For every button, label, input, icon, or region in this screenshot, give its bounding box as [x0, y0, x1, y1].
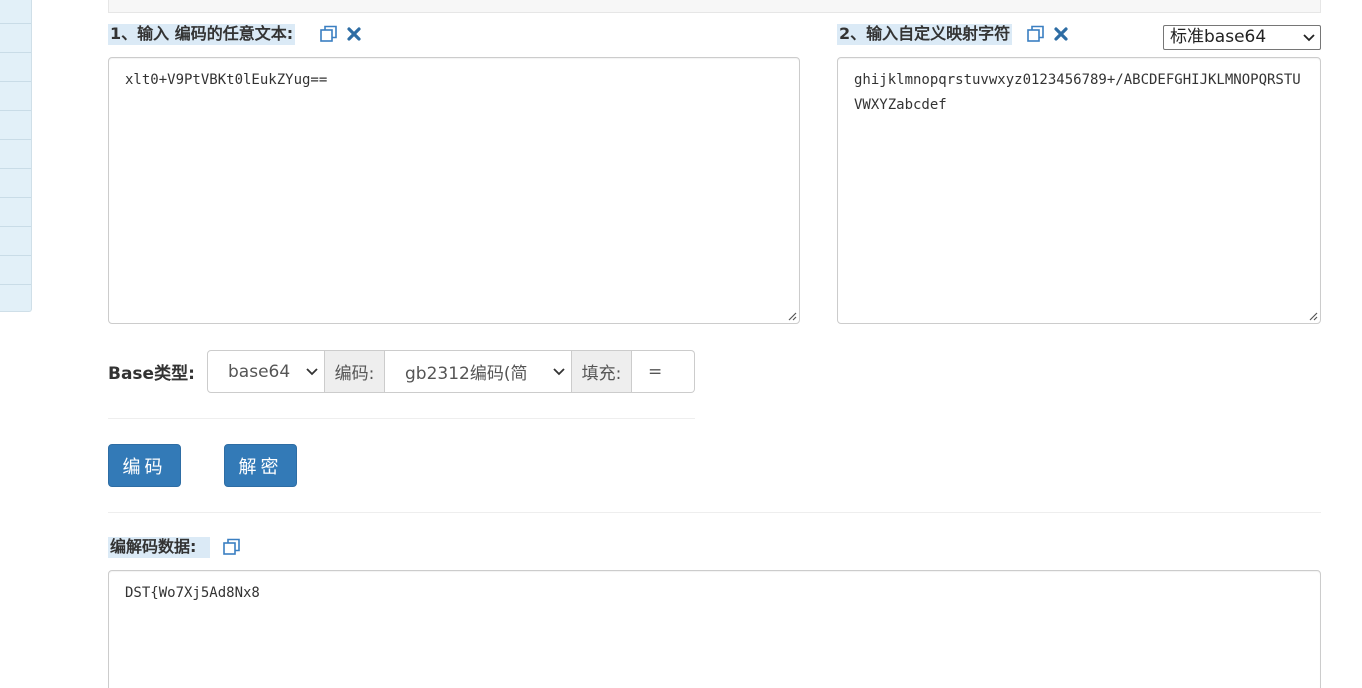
- copy-icon[interactable]: [319, 24, 339, 44]
- page: 1、输入 编码的任意文本: xlt0+V9PtVBKt0lEukZYug== 2…: [0, 0, 1362, 688]
- top-panel-edge: [108, 0, 1321, 13]
- padding-input[interactable]: =: [632, 350, 695, 393]
- resize-grip-icon[interactable]: [787, 311, 797, 321]
- encoding-value: gb2312编码(简: [405, 364, 528, 384]
- output-textarea[interactable]: DST{Wo7Xj5Ad8Nx8: [108, 570, 1321, 688]
- chevron-down-icon: [553, 368, 565, 376]
- sidebar-strip: [0, 0, 32, 312]
- divider: [108, 418, 695, 419]
- chevron-down-icon: [1303, 34, 1315, 42]
- divider: [108, 512, 1321, 513]
- decode-button[interactable]: 解密: [224, 444, 297, 487]
- input-text-label: 1、输入 编码的任意文本:: [108, 24, 296, 45]
- output-text-value: DST{Wo7Xj5Ad8Nx8: [125, 585, 260, 601]
- base-type-select[interactable]: base64: [207, 350, 325, 393]
- encode-button[interactable]: 编码: [108, 444, 181, 487]
- clear-icon[interactable]: [1051, 24, 1071, 44]
- mapping-text-value: ghijklmnopqrstuvwxyz0123456789+/ABCDEFGH…: [854, 72, 1301, 113]
- input-textarea[interactable]: xlt0+V9PtVBKt0lEukZYug==: [108, 57, 800, 324]
- base-type-label: Base类型:: [108, 364, 195, 384]
- encoding-addon: 编码:: [325, 350, 385, 393]
- input-text-value: xlt0+V9PtVBKt0lEukZYug==: [125, 72, 328, 88]
- options-input-group: base64 编码: gb2312编码(简 填充: =: [207, 350, 695, 393]
- mapping-textarea[interactable]: ghijklmnopqrstuvwxyz0123456789+/ABCDEFGH…: [837, 57, 1321, 324]
- output-label: 编解码数据:: [108, 537, 211, 558]
- resize-grip-icon[interactable]: [1308, 311, 1318, 321]
- preset-select-value: 标准base64: [1170, 27, 1267, 47]
- base-type-value: base64: [228, 361, 291, 382]
- base64-preset-select[interactable]: 标准base64: [1163, 25, 1321, 50]
- copy-icon[interactable]: [1026, 24, 1046, 44]
- copy-icon[interactable]: [222, 537, 242, 557]
- padding-addon: 填充:: [572, 350, 632, 393]
- chevron-down-icon: [306, 368, 318, 376]
- clear-icon[interactable]: [344, 24, 364, 44]
- encoding-select[interactable]: gb2312编码(简: [385, 350, 572, 393]
- mapping-label: 2、输入自定义映射字符: [837, 24, 1013, 45]
